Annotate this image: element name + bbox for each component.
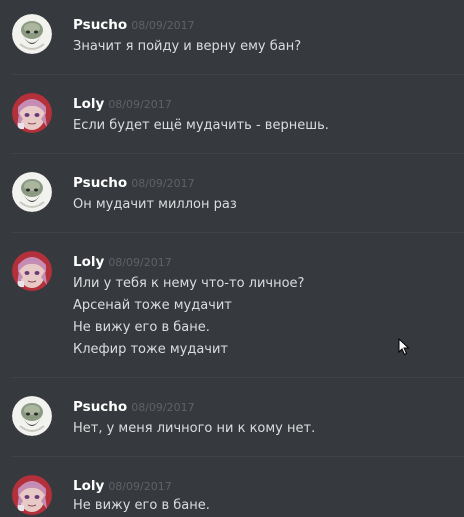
username[interactable]: Loly (73, 478, 104, 494)
timestamp: 08/09/2017 (108, 98, 172, 111)
message-header: Loly 08/09/2017 (73, 93, 172, 112)
psucho-avatar[interactable] (12, 14, 52, 54)
message-body: Нет, у меня личного ни к кому нет. (73, 418, 315, 440)
username[interactable]: Psucho (73, 175, 127, 191)
message-header: Psucho 08/09/2017 (73, 172, 195, 191)
timestamp: 08/09/2017 (131, 401, 195, 414)
timestamp: 08/09/2017 (131, 19, 195, 32)
username[interactable]: Psucho (73, 399, 127, 415)
message-body: Он мудачит миллон раз (73, 194, 237, 216)
timestamp: 08/09/2017 (108, 480, 172, 493)
timestamp: 08/09/2017 (131, 177, 195, 190)
chat-messages: Psucho 08/09/2017 Значит я пойду и верну … (0, 0, 464, 515)
psucho-avatar[interactable] (12, 172, 52, 212)
loly-avatar[interactable] (12, 93, 52, 133)
mouse-pointer-icon (398, 337, 410, 356)
psucho-avatar[interactable] (12, 396, 52, 436)
username[interactable]: Loly (73, 254, 104, 270)
timestamp: 08/09/2017 (108, 256, 172, 269)
message-body: Если будет ещё мудачить - вернешь. (73, 115, 329, 137)
message-body: Значит я пойду и верну ему бан? (73, 36, 301, 58)
message-body: Или у тебя к нему что-то личное? Арсенай… (73, 273, 304, 361)
message-text: Нет, у меня личного ни к кому нет. (73, 421, 316, 436)
message-text: Он мудачит миллон раз (73, 197, 237, 212)
message-header: Psucho 08/09/2017 (73, 396, 195, 415)
message-header: Loly 08/09/2017 (73, 251, 172, 270)
message-divider (12, 153, 464, 154)
message-divider (12, 232, 464, 233)
message-text: Значит я пойду и верну ему бан? (73, 39, 302, 54)
message-text: Не вижу его в бане. (73, 320, 210, 335)
message-text: Или у тебя к нему что-то личное? (73, 276, 305, 291)
message-header: Loly 08/09/2017 (73, 475, 172, 494)
message-divider (12, 74, 464, 75)
username[interactable]: Psucho (73, 17, 127, 33)
loly-avatar[interactable] (12, 475, 52, 515)
message-text: Не вижу его в бане. (73, 498, 210, 513)
username[interactable]: Loly (73, 96, 104, 112)
message-text: Если будет ещё мудачить - вернешь. (73, 118, 329, 133)
message-text: Арсенай тоже мудачит (73, 298, 232, 313)
loly-avatar[interactable] (12, 251, 52, 291)
message-body: Не вижу его в бане. (73, 495, 210, 517)
message-header: Psucho 08/09/2017 (73, 14, 195, 33)
message-divider (12, 456, 464, 457)
message-divider (12, 377, 464, 378)
message-text: Клефир тоже мудачит (73, 342, 229, 357)
